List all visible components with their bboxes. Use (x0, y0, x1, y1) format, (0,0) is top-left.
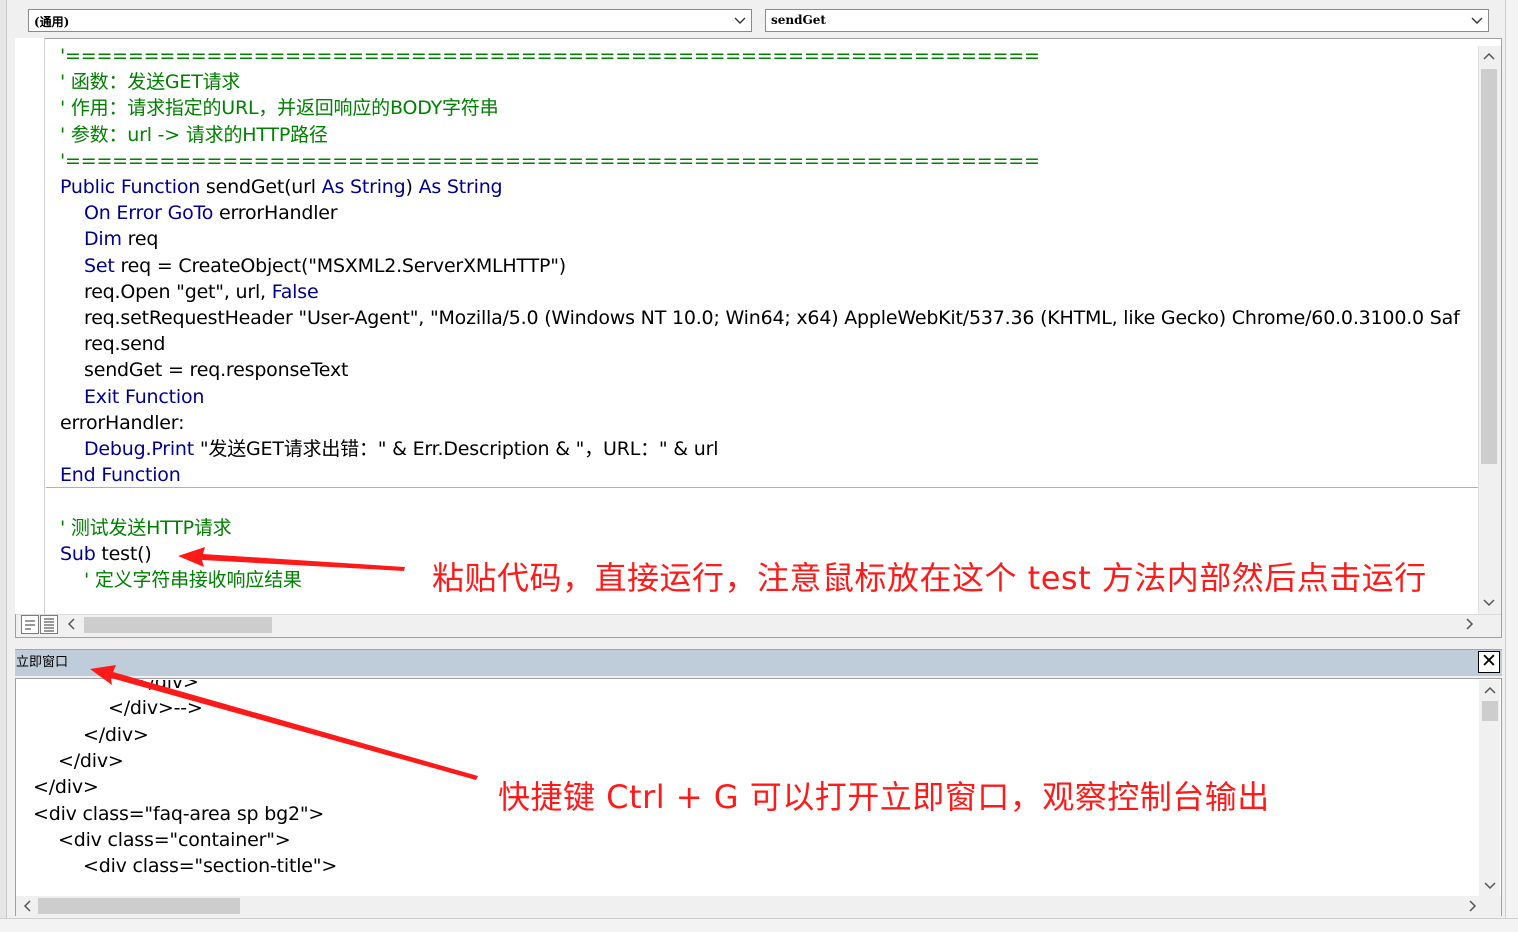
code-keyword: Debug.Print (84, 438, 195, 460)
window-bottom-edge (0, 918, 1518, 932)
code-comment: ' 函数：发送GET请求 (60, 71, 241, 94)
immediate-window-title: 立即窗口 (16, 655, 69, 670)
code-line[interactable]: Public Function sendGet(url As String) A… (60, 174, 503, 200)
code-comment: '=======================================… (60, 149, 1040, 172)
code-line[interactable]: ' 定义字符串接收响应结果 (84, 567, 302, 593)
procedure-view-icon (25, 620, 35, 630)
code-line[interactable]: Sub test() (60, 541, 152, 567)
window-right-edge (1505, 0, 1518, 931)
procedure-separator (46, 487, 1478, 488)
annotation-paste-note: 粘贴代码，直接运行，注意鼠标放在这个 test 方法内部然后点击运行 (432, 559, 1427, 597)
code-keyword: Exit Function (84, 385, 205, 408)
code-text: errorHandler: (60, 411, 185, 434)
code-keyword: Dim (84, 228, 122, 251)
scroll-right-icon[interactable] (1461, 617, 1477, 635)
code-keyword: On Error GoTo (84, 202, 214, 225)
code-comment: ' 作用：请求指定的URL，并返回响应的BODY字符串 (60, 97, 499, 120)
immediate-output-line: </div> (58, 749, 124, 772)
code-text: sendGet(url (200, 176, 322, 198)
code-text: errorHandler (213, 202, 338, 225)
procedure-view-button[interactable] (21, 615, 39, 634)
scroll-down-icon[interactable] (1482, 880, 1498, 896)
scroll-up-icon[interactable] (1482, 684, 1498, 700)
code-line[interactable]: Exit Function (84, 384, 204, 410)
code-line[interactable]: errorHandler: (60, 410, 184, 436)
code-keyword: Set (84, 254, 115, 277)
immediate-output-line: <div class="section-title"> (83, 855, 338, 878)
code-line[interactable]: ' 作用：请求指定的URL，并返回响应的BODY字符串 (60, 95, 499, 121)
immediate-output-line: </div> (133, 680, 199, 693)
code-line[interactable]: End Function (60, 462, 181, 488)
code-line[interactable]: ' 测试发送HTTP请求 (60, 515, 232, 541)
code-text: req (121, 228, 159, 251)
code-line[interactable]: req.setRequestHeader "User-Agent", "Mozi… (84, 305, 1460, 331)
code-keyword: End Function (60, 464, 181, 487)
chevron-down-icon[interactable] (1470, 12, 1484, 29)
annotation-shortcut-note: 快捷键 Ctrl + G 可以打开立即窗口，观察控制台输出 (498, 778, 1270, 816)
code-line[interactable]: req.Open "get", url, False (84, 279, 319, 305)
code-line[interactable]: On Error GoTo errorHandler (84, 200, 338, 226)
object-combo[interactable]: (通用) (28, 9, 752, 32)
code-editor[interactable]: '=======================================… (46, 40, 1478, 610)
immediate-output-line: </div> (33, 776, 99, 799)
scroll-up-icon[interactable] (1481, 50, 1497, 66)
code-keyword: False (271, 280, 319, 303)
code-line[interactable]: ' 参数：url -> 请求的HTTP路径 (60, 122, 328, 148)
immediate-output-line: </div>--> (108, 697, 203, 720)
code-comment: ' 测试发送HTTP请求 (60, 516, 232, 539)
code-horizontal-scroll-thumb[interactable] (84, 617, 272, 633)
code-line[interactable]: sendGet = req.responseText (84, 357, 348, 383)
code-line[interactable]: '=======================================… (60, 148, 1040, 174)
code-line[interactable]: Set req = CreateObject("MSXML2.ServerXML… (84, 253, 566, 279)
window-left-edge (0, 0, 7, 931)
code-keyword: Sub (60, 542, 96, 565)
scroll-right-icon[interactable] (1464, 899, 1480, 917)
code-text: test() (95, 542, 152, 565)
code-keyword: As String (321, 176, 406, 198)
code-text: req.setRequestHeader "User-Agent", "Mozi… (84, 307, 1460, 329)
code-line[interactable]: Dim req (84, 226, 158, 252)
code-line[interactable]: Debug.Print "发送GET请求出错：" & Err.Descripti… (84, 436, 718, 462)
close-icon[interactable]: ✕ (1478, 651, 1500, 673)
scroll-left-icon[interactable] (20, 899, 36, 917)
code-text: "发送GET请求出错：" & Err.Description & "，URL："… (194, 438, 719, 460)
code-keyword: As String (418, 176, 503, 198)
code-comment: '=======================================… (60, 45, 1040, 67)
immediate-output-line: <div class="faq-area sp bg2"> (33, 802, 325, 825)
code-margin-indicator-bar[interactable] (15, 38, 45, 614)
immediate-horizontal-scroll-thumb[interactable] (38, 898, 240, 914)
code-text: req = CreateObject("MSXML2.ServerXMLHTTP… (114, 254, 567, 277)
code-text: ) (405, 176, 419, 198)
code-text: req.send (84, 333, 166, 356)
code-comment: ' 参数：url -> 请求的HTTP路径 (60, 123, 328, 146)
code-line[interactable]: req.send (84, 331, 165, 357)
code-text: req.Open "get", url, (84, 280, 272, 303)
immediate-output-line: <div class="container"> (58, 828, 291, 851)
immediate-output-line: </div> (83, 723, 149, 746)
code-vertical-scroll-thumb[interactable] (1481, 69, 1497, 464)
immediate-vertical-scroll-thumb[interactable] (1482, 701, 1498, 721)
procedure-combo-value: sendGet (771, 13, 826, 27)
code-keyword: Public Function (60, 176, 201, 198)
full-module-view-button[interactable] (40, 615, 58, 634)
code-line[interactable]: ' 函数：发送GET请求 (60, 69, 240, 95)
scroll-down-icon[interactable] (1481, 597, 1497, 613)
full-module-view-icon (44, 618, 54, 632)
immediate-window-title-bar[interactable] (15, 649, 1502, 676)
code-comment: ' 定义字符串接收响应结果 (84, 569, 302, 591)
code-line[interactable]: '=======================================… (60, 43, 1040, 69)
code-text: sendGet = req.responseText (84, 359, 349, 382)
procedure-combo[interactable]: sendGet (765, 9, 1489, 32)
object-combo-value: (通用) (34, 15, 70, 29)
chevron-down-icon[interactable] (733, 12, 747, 29)
scroll-left-icon[interactable] (64, 617, 80, 635)
